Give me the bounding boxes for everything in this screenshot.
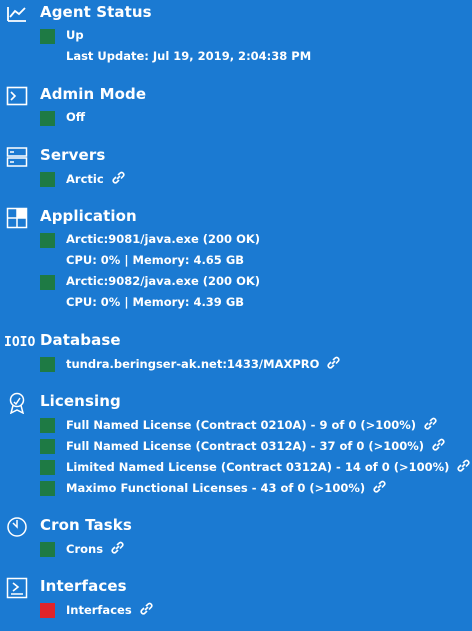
- section-interfaces: Interfaces Interfaces: [0, 576, 472, 621]
- status-indicator: [40, 357, 55, 372]
- status-indicator: [40, 233, 55, 248]
- section-title: Agent Status: [40, 3, 152, 21]
- section-agent-status: Agent Status Up Last Update: Jul 19, 201…: [0, 2, 472, 68]
- link-icon[interactable]: [138, 602, 155, 617]
- section-title: Cron Tasks: [40, 516, 132, 534]
- license-label: Maximo Functional Licenses - 43 of 0 (>1…: [66, 481, 366, 495]
- section-title: Application: [40, 207, 137, 225]
- section-title: Servers: [40, 146, 106, 164]
- application-detail: CPU: 0% | Memory: 4.65 GB: [66, 253, 245, 267]
- status-indicator: [40, 460, 55, 475]
- agent-status-value: Up: [66, 28, 84, 42]
- admin-mode-value: Off: [66, 110, 86, 124]
- license-row: Full Named License (Contract 0210A) - 9 …: [0, 415, 472, 436]
- status-indicator: [40, 275, 55, 290]
- application-label: Arctic:9081/java.exe (200 OK): [66, 232, 261, 246]
- link-icon[interactable]: [109, 541, 126, 556]
- section-title: Admin Mode: [40, 85, 147, 103]
- cron-label: Crons: [66, 542, 104, 556]
- server-row: Arctic: [0, 169, 472, 190]
- link-icon[interactable]: [422, 417, 439, 432]
- section-title: Licensing: [40, 392, 121, 410]
- section-admin-mode: Admin Mode Off: [0, 84, 472, 129]
- interface-arrow-icon: [6, 577, 28, 599]
- application-grid-icon: [6, 207, 28, 229]
- status-indicator: [40, 439, 55, 454]
- interface-label: Interfaces: [66, 603, 132, 617]
- license-row: Full Named License (Contract 0312A) - 37…: [0, 436, 472, 457]
- license-label: Full Named License (Contract 0312A) - 37…: [66, 439, 425, 453]
- interface-row: Interfaces: [0, 600, 472, 621]
- section-title: Interfaces: [40, 577, 127, 595]
- link-icon[interactable]: [430, 438, 447, 453]
- status-indicator: [40, 542, 55, 557]
- section-licensing: Licensing Full Named License (Contract 0…: [0, 391, 472, 499]
- license-label: Limited Named License (Contract 0312A) -…: [66, 460, 450, 474]
- database-row: tundra.beringser-ak.net:1433/MAXPRO: [0, 354, 472, 375]
- link-icon[interactable]: [371, 480, 388, 495]
- clock-icon: [6, 516, 28, 538]
- server-icon: [6, 146, 28, 168]
- cron-row: Crons: [0, 539, 472, 560]
- section-title: Database: [40, 331, 121, 349]
- status-indicator: [40, 111, 55, 126]
- status-indicator: [40, 481, 55, 496]
- line-chart-icon: [6, 3, 28, 25]
- license-row: Limited Named License (Contract 0312A) -…: [0, 457, 472, 478]
- last-update-text: Last Update: Jul 19, 2019, 2:04:38 PM: [66, 49, 312, 63]
- section-servers: Servers Arctic: [0, 145, 472, 190]
- section-database: IOIO Database tundra.beringser-ak.net:14…: [0, 330, 472, 375]
- link-icon[interactable]: [455, 459, 472, 474]
- terminal-icon: [6, 85, 28, 107]
- link-icon[interactable]: [325, 356, 342, 371]
- application-detail: CPU: 0% | Memory: 4.39 GB: [66, 295, 245, 309]
- server-name: Arctic: [66, 172, 104, 186]
- section-cron-tasks: Cron Tasks Crons: [0, 515, 472, 560]
- application-row: Arctic:9081/java.exe (200 OK): [0, 230, 472, 251]
- status-indicator: [40, 29, 55, 44]
- award-ribbon-icon: [6, 392, 28, 414]
- license-label: Full Named License (Contract 0210A) - 9 …: [66, 418, 417, 432]
- status-indicator: [40, 172, 55, 187]
- status-indicator: [40, 418, 55, 433]
- database-binary-icon: IOIO: [4, 335, 36, 350]
- license-row: Maximo Functional Licenses - 43 of 0 (>1…: [0, 478, 472, 499]
- status-indicator: [40, 603, 55, 618]
- status-panel: Agent Status Up Last Update: Jul 19, 201…: [0, 0, 472, 631]
- link-icon[interactable]: [110, 171, 127, 186]
- application-label: Arctic:9082/java.exe (200 OK): [66, 274, 261, 288]
- section-application: Application Arctic:9081/java.exe (200 OK…: [0, 206, 472, 314]
- application-row: Arctic:9082/java.exe (200 OK): [0, 272, 472, 293]
- database-connection: tundra.beringser-ak.net:1433/MAXPRO: [66, 357, 320, 371]
